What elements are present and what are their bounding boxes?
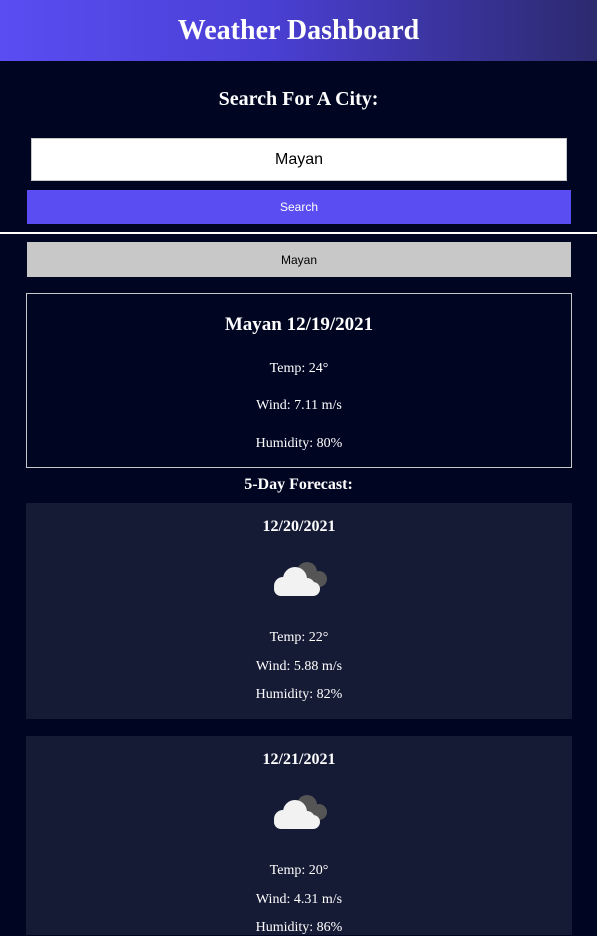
city-search-input[interactable] xyxy=(31,138,567,181)
forecast-card: 12/21/2021 Temp: 20° Wind: 4.31 m/s Humi… xyxy=(26,736,572,935)
cloudy-icon xyxy=(274,562,327,596)
forecast-temp: Temp: 20° xyxy=(269,863,329,878)
current-humidity: Humidity: 80% xyxy=(255,436,343,451)
current-weather-card: Mayan 12/19/2021 Temp: 24° Wind: 7.11 m/… xyxy=(26,293,572,468)
current-weather-title: Mayan 12/19/2021 xyxy=(224,314,374,335)
forecast-humidity: Humidity: 86% xyxy=(255,920,343,935)
forecast-heading: 5-Day Forecast: xyxy=(244,476,353,493)
app-title: Weather Dashboard xyxy=(177,14,420,46)
forecast-card: 12/20/2021 Temp: 22° Wind: 5.88 m/s Humi… xyxy=(26,503,572,719)
search-heading: Search For A City: xyxy=(218,88,379,110)
forecast-date: 12/20/2021 xyxy=(262,518,336,535)
forecast-date: 12/21/2021 xyxy=(262,751,336,768)
forecast-humidity: Humidity: 82% xyxy=(255,687,343,702)
forecast-wind: Wind: 4.31 m/s xyxy=(255,892,343,907)
current-temp: Temp: 24° xyxy=(269,361,329,376)
cloudy-icon xyxy=(274,795,327,829)
forecast-wind: Wind: 5.88 m/s xyxy=(255,659,343,674)
search-button[interactable]: Search xyxy=(27,190,571,224)
history-button-mayan[interactable]: Mayan xyxy=(27,242,571,277)
current-wind: Wind: 7.11 m/s xyxy=(256,398,342,413)
divider xyxy=(0,232,597,234)
app-header: Weather Dashboard xyxy=(0,0,597,61)
forecast-temp: Temp: 22° xyxy=(269,630,329,645)
